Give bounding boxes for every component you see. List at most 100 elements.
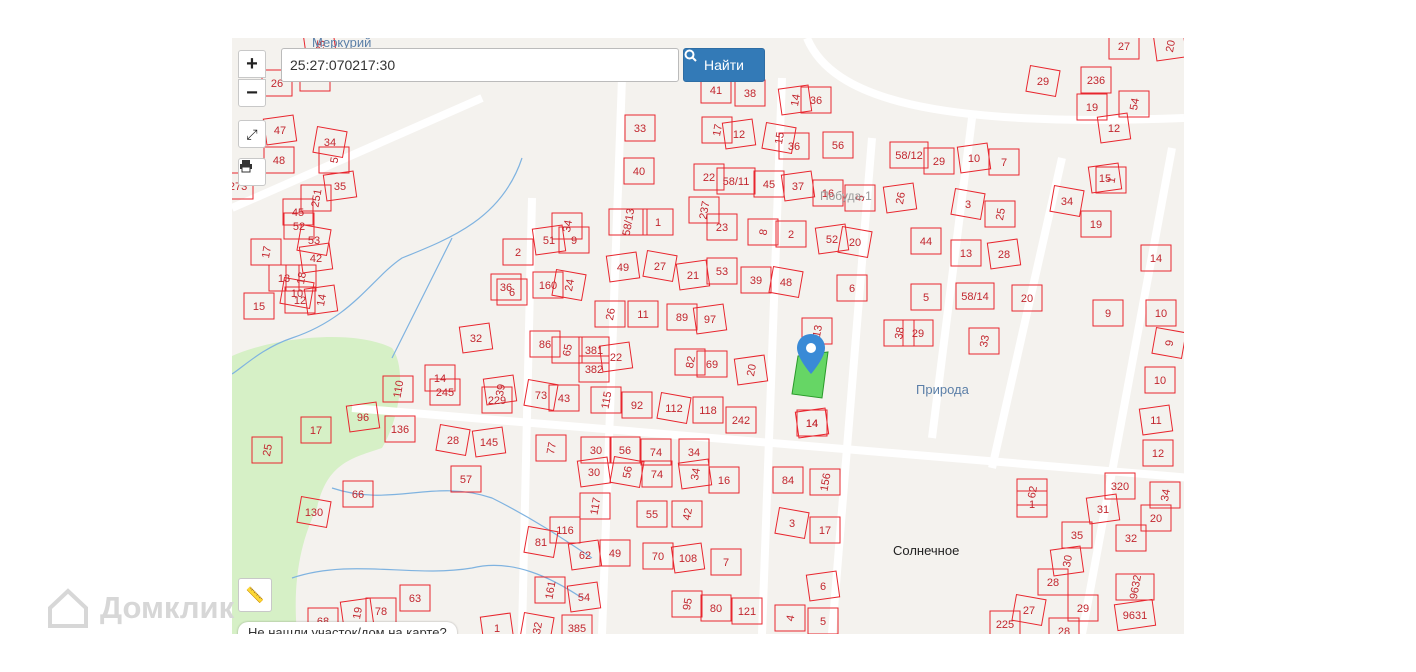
parcel-number-label: 73: [535, 390, 547, 402]
parcel-number-label: 14: [789, 93, 803, 107]
parcel-number-label: 84: [782, 475, 794, 487]
parcel-number-label: 81: [535, 537, 547, 549]
parcel-number-label: 6: [509, 287, 515, 299]
parcel-number-label: 48: [780, 277, 792, 289]
watermark-text: Домклик: [100, 590, 235, 625]
printer-icon: [240, 160, 252, 173]
cadastral-search-input[interactable]: [281, 48, 679, 82]
parcel-number-label: 3: [789, 518, 795, 530]
parcel-number-label: 10: [968, 153, 980, 165]
roads: [232, 38, 1184, 634]
parcel-number-label: 53: [308, 235, 320, 247]
parcel-number-label: 237: [697, 200, 712, 220]
parcel-number-label: 95: [681, 597, 695, 611]
place-label-pobuda: Побуда-1: [820, 189, 872, 203]
parcel-number-label: 15: [773, 131, 787, 145]
parcel-number-label: 62: [1026, 485, 1040, 499]
parcel-number-label: 74: [651, 469, 663, 481]
parcel-number-label: 5: [923, 292, 929, 304]
parcel-number-label: 44: [920, 236, 932, 248]
not-found-link[interactable]: Не нашли участок/дом на карте?: [238, 622, 457, 634]
parcel-number-label: 28: [1058, 626, 1070, 634]
cadastral-map[interactable]: 2526813251474834527335451752534218151312…: [232, 38, 1184, 634]
parcel-number-label: 40: [633, 166, 645, 178]
house-logo-icon: [48, 588, 88, 628]
parcel-number-label: 80: [710, 603, 722, 615]
parcel-number-label: 10: [291, 288, 303, 300]
parcel-number-label: 69: [706, 359, 718, 371]
parcel-number-label: 96: [357, 412, 369, 424]
parcel-number-label: 35: [1071, 530, 1083, 542]
parcel-number-label: 48: [273, 155, 285, 167]
parcel-number-label: 42: [681, 507, 695, 521]
parcel-number-label: 20: [1021, 293, 1033, 305]
parcel-number-label: 58/12: [895, 150, 923, 162]
parcel-number-label: 14: [1150, 253, 1162, 265]
parcel-number-label: 32: [470, 333, 482, 345]
parcel-number-label: 130: [305, 507, 323, 519]
parcel-number-label: 236: [1087, 75, 1105, 87]
parcel-number-label: 34: [1061, 196, 1073, 208]
parcel-layer: [232, 38, 1184, 634]
parcel-number-label: 28: [1047, 577, 1059, 589]
parcel-number-label: 36: [810, 95, 822, 107]
parcel-number-label: 42: [310, 253, 322, 265]
map-canvas[interactable]: 2526813251474834527335451752534218151312…: [232, 38, 1184, 634]
parcel-number-label: 22: [610, 352, 622, 364]
parcel-number-label: 32: [531, 621, 545, 634]
parcel-number-label: 25: [261, 443, 275, 457]
parcel-number-label: 229: [488, 395, 506, 407]
parcel-number-label: 47: [274, 125, 286, 137]
parcel-number-label: 17: [711, 123, 725, 137]
parcel-number-label: 19: [351, 606, 365, 620]
parcel-number-label: 24: [563, 278, 577, 292]
parcel-number-label: 110: [392, 379, 407, 398]
parcel-number-label: 34: [1159, 488, 1173, 502]
search-button[interactable]: Найти: [683, 48, 765, 82]
parcel-number-label: 11: [1150, 415, 1161, 427]
zoom-in-button[interactable]: +: [238, 50, 266, 78]
parcel-number-label: 45: [763, 179, 775, 191]
parcel-number-label: 31: [1097, 504, 1109, 516]
parcel-number-label: 66: [352, 489, 364, 501]
parcel-number-label: 19: [1090, 219, 1102, 231]
parcel-number-label: 34: [324, 137, 336, 149]
parcel-number-label: 14: [806, 418, 818, 430]
parcel-number-label: 385: [568, 623, 586, 634]
ruler-icon: 📏: [245, 587, 265, 604]
parcel-number-label: 9632: [1128, 574, 1144, 600]
parcel-number-label: 10: [1155, 308, 1167, 320]
parcel-number-label: 70: [652, 551, 664, 563]
parcel-number-label: 74: [650, 447, 662, 459]
ruler-button[interactable]: 📏: [238, 578, 272, 612]
parcel-number-label: 77: [545, 441, 559, 455]
parcel-number-label: 33: [634, 123, 646, 135]
parcel-number-label: 27: [1023, 605, 1035, 617]
parcel-number-label: 27: [654, 261, 666, 273]
parcel-number-label: 65: [561, 343, 575, 357]
parcel-number-label: 160: [539, 280, 557, 292]
parcel-number-label: 39: [750, 275, 762, 287]
parcel-number-label: 54: [1128, 97, 1142, 111]
parcel-number-label: 35: [334, 181, 346, 193]
zoom-out-button[interactable]: −: [238, 79, 266, 107]
parcel-number-label: 18: [295, 271, 309, 285]
parcel-number-label: 108: [679, 553, 697, 565]
parcel-number-label: 13: [960, 248, 972, 260]
place-label-solnechnoe: Солнечное: [893, 543, 959, 558]
parcel-number-label: 19: [1086, 102, 1098, 114]
parcel-number-label: 21: [687, 270, 699, 282]
parcel-number-label: 8: [758, 228, 771, 236]
parcel-number-label: 1: [1106, 176, 1119, 184]
parcel-number-label: 20: [1150, 513, 1162, 525]
parcel-number-label: 57: [460, 474, 472, 486]
parcel-number-label: 62: [579, 550, 591, 562]
parcel-number-label: 112: [665, 403, 683, 415]
parcel-number-label: 28: [998, 249, 1010, 261]
parcel-number-label: 2: [515, 247, 521, 259]
parcel-number-label: 29: [1077, 603, 1089, 615]
print-button[interactable]: [238, 158, 266, 186]
fullscreen-button[interactable]: ⤢: [238, 120, 266, 148]
parcel-number-label: 97: [704, 314, 716, 326]
parcel-number-label: 36: [788, 141, 800, 153]
